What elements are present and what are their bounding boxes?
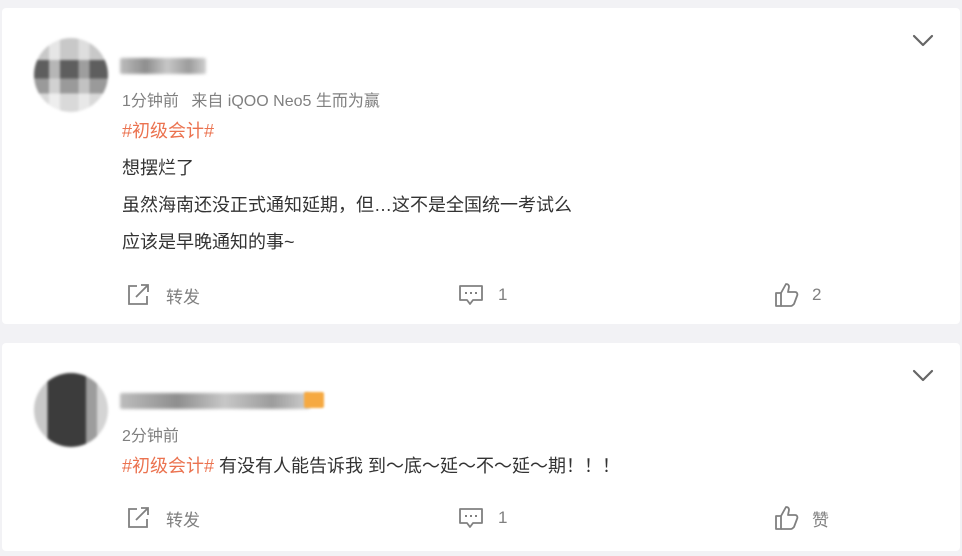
share-icon bbox=[128, 284, 149, 305]
comment-icon bbox=[459, 285, 483, 305]
post-card: 2分钟前 #初级会计# 有没有人能告诉我 到～底～延～不～延～期！！！ 转发 1 bbox=[2, 343, 960, 551]
post-card: 1分钟前 来自 iQOO Neo5 生而为赢 #初级会计# 想摆烂了 虽然海南还… bbox=[2, 8, 960, 324]
like-button[interactable]: 赞 bbox=[774, 503, 829, 533]
post-time[interactable]: 1分钟前 bbox=[122, 93, 179, 110]
avatar[interactable] bbox=[34, 38, 108, 112]
post-line: 想摆烂了 bbox=[122, 158, 194, 178]
repost-label: 转发 bbox=[166, 510, 200, 530]
post-time[interactable]: 2分钟前 bbox=[122, 428, 179, 445]
like-count: 2 bbox=[812, 285, 822, 304]
comment-count: 1 bbox=[498, 285, 508, 304]
comment-button[interactable]: 1 bbox=[458, 503, 507, 533]
repost-label: 转发 bbox=[166, 287, 200, 307]
comment-icon bbox=[459, 508, 483, 528]
username-blurred[interactable] bbox=[120, 393, 310, 409]
share-icon bbox=[128, 507, 149, 528]
post-line: 有没有人能告诉我 到～底～延～不～延～期！！！ bbox=[214, 456, 621, 476]
post-actions: 转发 1 2 bbox=[2, 280, 960, 310]
post-source: 来自 iQOO Neo5 生而为赢 bbox=[191, 93, 380, 110]
comment-button[interactable]: 1 bbox=[458, 280, 507, 310]
comment-count: 1 bbox=[498, 508, 508, 527]
post-line: 虽然海南还没正式通知延期，但…这不是全国统一考试么 bbox=[122, 195, 572, 215]
thumbs-up-icon bbox=[775, 283, 799, 307]
avatar[interactable] bbox=[34, 373, 108, 447]
like-label: 赞 bbox=[812, 510, 829, 530]
post-line: 应该是早晚通知的事~ bbox=[122, 232, 295, 252]
hashtag-link[interactable]: #初级会计# bbox=[122, 456, 214, 476]
post-actions: 转发 1 赞 bbox=[2, 503, 960, 533]
thumbs-up-icon bbox=[775, 506, 799, 530]
username-blurred[interactable] bbox=[120, 58, 206, 74]
chevron-down-icon[interactable] bbox=[912, 369, 934, 383]
post-meta: 2分钟前 bbox=[122, 422, 179, 446]
post-meta: 1分钟前 来自 iQOO Neo5 生而为赢 bbox=[122, 87, 380, 111]
repost-button[interactable]: 转发 bbox=[126, 503, 200, 533]
hashtag-link[interactable]: #初级会计# bbox=[122, 121, 214, 141]
user-badge bbox=[304, 392, 324, 408]
chevron-down-icon[interactable] bbox=[912, 34, 934, 48]
post-content: #初级会计# 有没有人能告诉我 到～底～延～不～延～期！！！ bbox=[122, 448, 620, 485]
like-button[interactable]: 2 bbox=[774, 280, 821, 310]
post-content: #初级会计# 想摆烂了 虽然海南还没正式通知延期，但…这不是全国统一考试么 应该… bbox=[122, 113, 572, 261]
repost-button[interactable]: 转发 bbox=[126, 280, 200, 310]
